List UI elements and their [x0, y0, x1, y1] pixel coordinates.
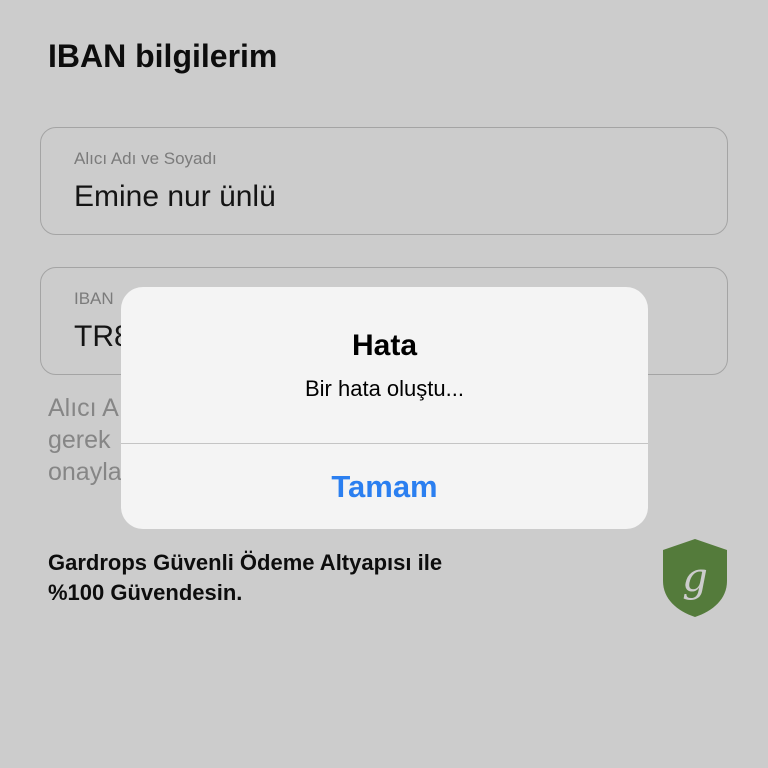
error-alert-dialog: Hata Bir hata oluştu... Tamam — [121, 287, 648, 529]
ok-button[interactable]: Tamam — [121, 444, 648, 529]
alert-title: Hata — [351, 329, 418, 362]
alert-message: Bir hata oluştu... — [305, 376, 464, 401]
